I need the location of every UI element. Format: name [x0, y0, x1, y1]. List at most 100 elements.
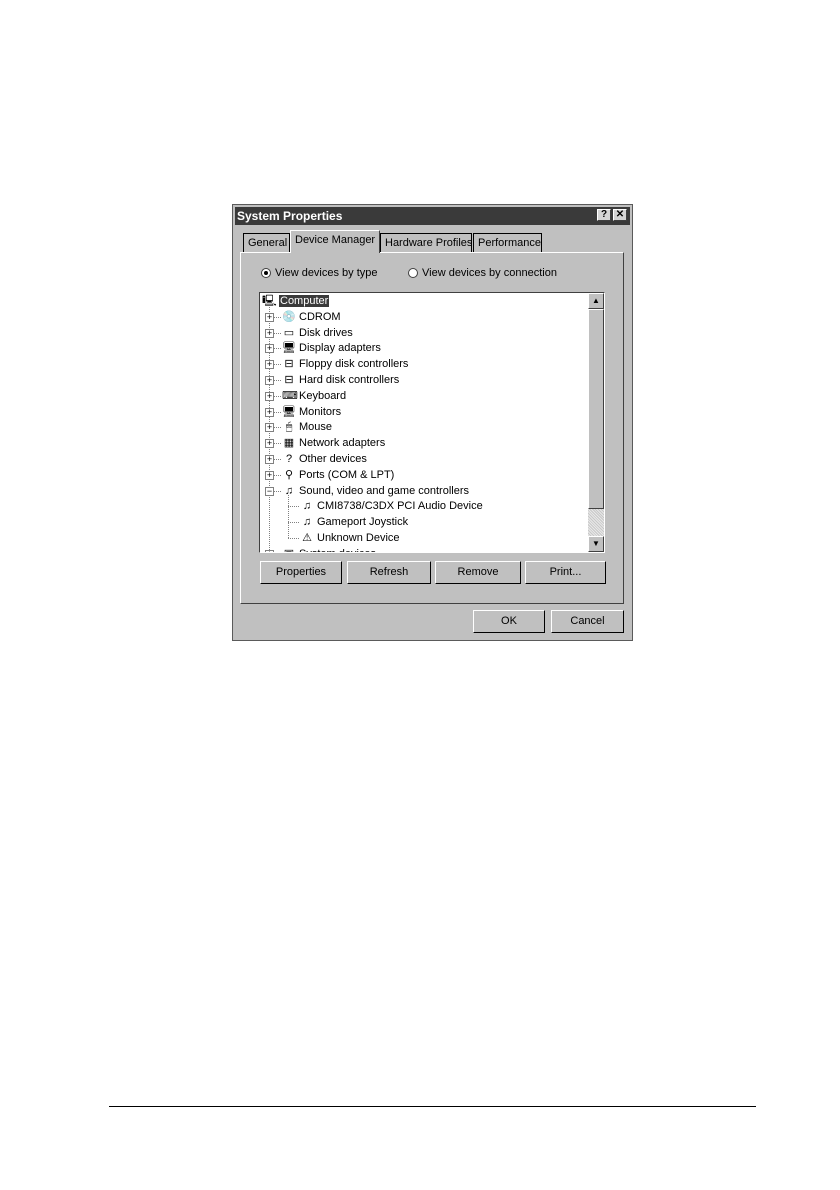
hard-disk-controller-icon: ⊟	[284, 373, 294, 386]
tree-child-item[interactable]: ♫ CMI8738/C3DX PCI Audio Device	[300, 499, 483, 514]
system-properties-dialog: System Properties ? ✕ General Device Man…	[232, 204, 633, 641]
tree-item[interactable]: ⌨Keyboard	[282, 389, 346, 404]
monitor-icon: 🖥	[282, 405, 296, 418]
expand-icon[interactable]: +	[265, 471, 274, 480]
tab-hardware-profiles[interactable]: Hardware Profiles	[380, 233, 472, 252]
tree-connector-line	[274, 380, 281, 381]
joystick-icon: ♫	[302, 515, 312, 528]
close-button[interactable]: ✕	[613, 209, 627, 221]
expand-icon[interactable]: +	[265, 408, 274, 417]
tree-connector-line	[274, 364, 281, 365]
question-icon: ?	[285, 452, 293, 465]
radio-unselected-icon	[408, 268, 418, 278]
tree-connector-line	[274, 333, 281, 334]
help-button[interactable]: ?	[597, 209, 611, 221]
keyboard-icon: ⌨	[282, 389, 298, 402]
tree-item-label: Keyboard	[299, 390, 347, 402]
tree-item[interactable]: ▣System devices	[282, 547, 376, 552]
network-adapter-icon: ▦	[283, 436, 295, 449]
expand-icon[interactable]: +	[265, 423, 274, 432]
floppy-controller-icon: ⊟	[284, 357, 294, 370]
expand-icon[interactable]: +	[265, 344, 274, 353]
tree-item[interactable]: 🖥 Display adapters	[282, 341, 381, 356]
tree-connector-line	[274, 475, 281, 476]
remove-button[interactable]: Remove	[435, 561, 521, 584]
port-icon: ⚲	[284, 468, 294, 481]
tree-connector-line	[274, 348, 281, 349]
tree-item[interactable]: 🖱 Mouse	[282, 420, 332, 435]
tree-item-label: Display adapters	[299, 342, 381, 354]
tree-connector-line	[274, 396, 281, 397]
scroll-up-button[interactable]: ▲	[588, 293, 604, 309]
cancel-button[interactable]: Cancel	[551, 610, 624, 633]
expand-icon[interactable]: +	[265, 313, 274, 322]
tree-child-label: Gameport Joystick	[317, 516, 409, 528]
tree-item-label: Hard disk controllers	[299, 374, 400, 386]
tree-item[interactable]: ▭ Disk drives	[282, 326, 353, 341]
cdrom-icon: 💿	[282, 310, 296, 323]
view-by-type-radio[interactable]: View devices by type	[261, 267, 378, 279]
tab-device-manager[interactable]: Device Manager	[290, 230, 380, 253]
expand-icon[interactable]: +	[265, 455, 274, 464]
expand-icon[interactable]: +	[265, 550, 274, 552]
expand-icon[interactable]: +	[265, 392, 274, 401]
tree-item[interactable]: ♫ Sound, video and game controllers	[282, 484, 469, 499]
tree-connector-line	[274, 412, 281, 413]
expand-icon[interactable]: +	[265, 439, 274, 448]
tree-item[interactable]: 💿 CDROM	[282, 310, 341, 325]
view-by-type-label: View devices by type	[275, 267, 378, 279]
tree-connector-line	[288, 506, 299, 507]
tree-item-label: Sound, video and game controllers	[299, 485, 469, 497]
display-adapter-icon: 🖥	[282, 341, 296, 354]
radio-selected-icon	[261, 268, 271, 278]
tree-connector-line	[288, 495, 289, 538]
expand-icon[interactable]: +	[265, 360, 274, 369]
ok-button[interactable]: OK	[473, 610, 545, 633]
tree-child-item[interactable]: ⚠ Unknown Device	[300, 531, 399, 546]
properties-button[interactable]: Properties	[260, 561, 342, 584]
tree-item-label: System devices	[299, 548, 376, 552]
print-button[interactable]: Print...	[525, 561, 606, 584]
tree-connector-line	[274, 317, 281, 318]
scroll-down-button[interactable]: ▼	[588, 536, 604, 552]
tree-item[interactable]: ? Other devices	[282, 452, 367, 467]
tree-item-label: Disk drives	[299, 327, 353, 339]
view-by-connection-radio[interactable]: View devices by connection	[408, 267, 557, 279]
tree-connector-line	[274, 427, 281, 428]
tree-item[interactable]: ⚲ Ports (COM & LPT)	[282, 468, 394, 483]
tree-item[interactable]: 🖥 Monitors	[282, 405, 341, 420]
tab-performance[interactable]: Performance	[473, 233, 542, 252]
tree-root-computer[interactable]: 🖳 Computer	[262, 294, 330, 309]
expand-icon[interactable]: +	[265, 329, 274, 338]
tree-item-label: Monitors	[299, 406, 342, 418]
system-device-icon: ▣	[282, 548, 296, 552]
tree-item-label: Floppy disk controllers	[299, 358, 409, 370]
tree-scrollbar[interactable]: ▲ ▼	[588, 293, 604, 552]
audio-device-icon: ♫	[302, 499, 312, 512]
page-footer-rule	[109, 1106, 756, 1107]
tree-connector-line	[288, 538, 299, 539]
tree-root-label: Computer	[279, 295, 330, 307]
scroll-thumb[interactable]	[588, 309, 604, 509]
tree-item[interactable]: ⊟ Floppy disk controllers	[282, 357, 408, 372]
tree-child-label: CMI8738/C3DX PCI Audio Device	[317, 500, 483, 512]
device-tree[interactable]: 🖳 Computer 💿 CDROM + ▭ Disk drives + 🖥 Display a…	[259, 292, 605, 553]
unknown-device-icon: ⚠	[302, 531, 312, 544]
computer-icon: 🖳	[262, 294, 277, 307]
expand-icon[interactable]: +	[265, 376, 274, 385]
title-bar[interactable]: System Properties ? ✕	[235, 207, 630, 225]
tab-general[interactable]: General	[243, 233, 290, 252]
refresh-button[interactable]: Refresh	[347, 561, 431, 584]
disk-drive-icon: ▭	[283, 326, 295, 339]
tree-connector-line	[274, 459, 281, 460]
window-title: System Properties	[237, 209, 343, 223]
tree-item[interactable]: ▦ Network adapters	[282, 436, 385, 451]
tree-item[interactable]: ⊟ Hard disk controllers	[282, 373, 399, 388]
collapse-icon[interactable]: −	[265, 487, 274, 496]
mouse-icon: 🖱	[285, 420, 293, 433]
tree-item-label: CDROM	[299, 311, 341, 323]
tree-item-label: Ports (COM & LPT)	[299, 469, 395, 481]
tree-connector-line	[274, 443, 281, 444]
tree-child-item[interactable]: ♫ Gameport Joystick	[300, 515, 408, 530]
tree-item-label: Mouse	[299, 421, 333, 433]
